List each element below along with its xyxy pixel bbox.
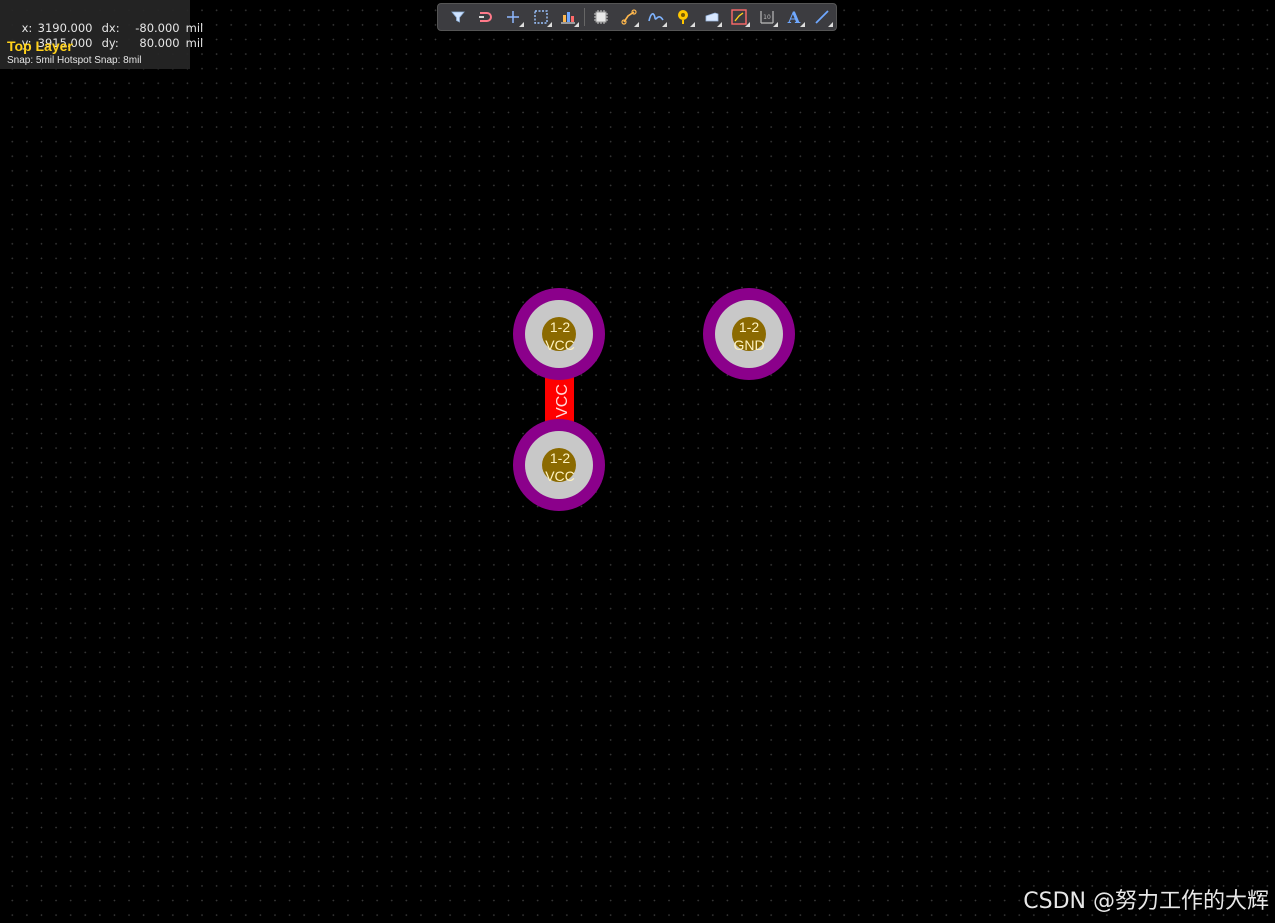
pad-gnd[interactable]: 1-2 GND (703, 288, 795, 380)
pad-net-name: GND (733, 337, 764, 353)
pcb-canvas[interactable]: VCC 1-2 VCC 1-2 GND 1-2 VCC (0, 0, 1275, 923)
watermark: CSDN @努力工作的大辉 (1023, 889, 1269, 914)
track-net-label: VCC (554, 384, 571, 418)
pad-vcc-bottom[interactable]: 1-2 VCC (513, 419, 605, 511)
pad-designator: 1-2 (550, 450, 570, 466)
pad-net-name: VCC (545, 468, 575, 484)
pad-designator: 1-2 (550, 319, 570, 335)
pad-vcc-top[interactable]: 1-2 VCC (513, 288, 605, 380)
pad-designator: 1-2 (739, 319, 759, 335)
pad-net-name: VCC (545, 337, 575, 353)
